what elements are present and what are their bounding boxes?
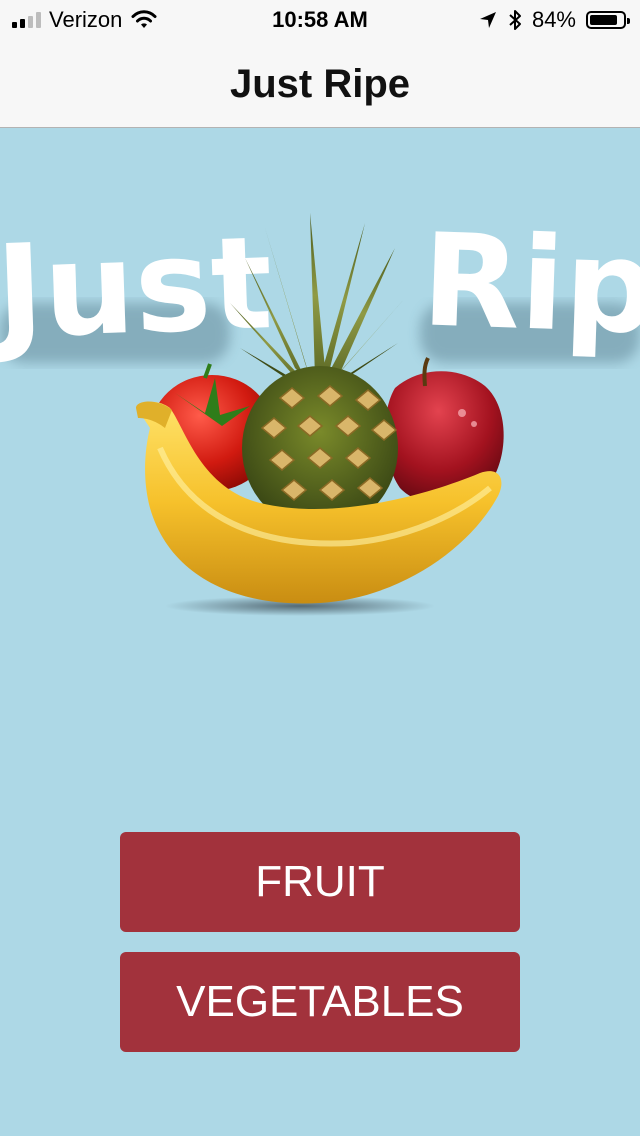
page-title: Just Ripe: [229, 62, 411, 106]
fruit-button[interactable]: FRUIT: [120, 832, 520, 932]
logo-text-ripe: Ripe: [420, 206, 640, 366]
status-right: 84%: [478, 7, 630, 33]
navigation-bar: Just Ripe: [0, 40, 640, 128]
bluetooth-icon: [509, 10, 521, 30]
vegetables-button[interactable]: VEGETABLES: [120, 952, 520, 1052]
just-ripe-logo-image: Just Ripe: [0, 206, 640, 616]
status-bar: Verizon 10:58 AM 84%: [0, 0, 640, 40]
battery-icon: [586, 11, 630, 29]
battery-percent: 84%: [531, 7, 576, 32]
battery-level-fill: [590, 15, 617, 25]
location-arrow-icon: [479, 12, 496, 28]
logo-text-just: Just: [0, 209, 275, 368]
